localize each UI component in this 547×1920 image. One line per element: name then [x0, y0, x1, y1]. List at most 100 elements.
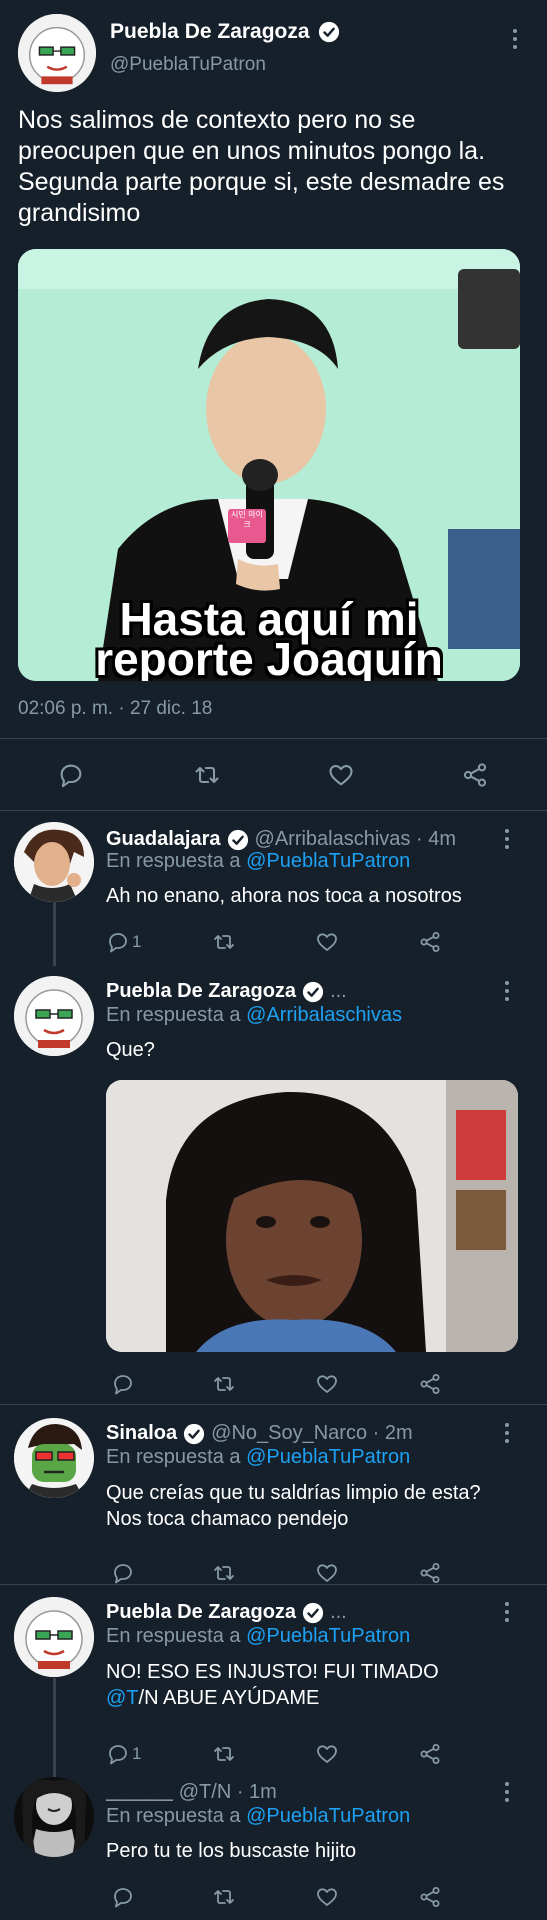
- like-icon: [317, 1745, 337, 1763]
- avatar[interactable]: [14, 1597, 94, 1677]
- reply-text-line: NO! ESO ES INJUSTO! FUI TIMADO: [106, 1661, 439, 1683]
- reply-button[interactable]: 1: [106, 1737, 141, 1771]
- more-options-icon[interactable]: [497, 1781, 517, 1803]
- reply-button[interactable]: 1: [106, 925, 141, 959]
- user-handle-time[interactable]: @No_Soy_Narco · 2m: [211, 1422, 412, 1445]
- share-button[interactable]: [413, 1880, 447, 1914]
- avatar-puebla-icon: [14, 976, 94, 1056]
- reply-context: En respuesta a @PueblaTuPatron: [106, 1625, 410, 1648]
- reply-icon: [109, 933, 127, 953]
- verified-badge-icon: [302, 981, 324, 1003]
- reply-context: En respuesta a @PueblaTuPatron: [106, 1446, 410, 1469]
- display-name[interactable]: ______: [106, 1781, 173, 1804]
- divider: [0, 1584, 547, 1585]
- like-button[interactable]: [324, 758, 358, 792]
- reply-context: En respuesta a @PueblaTuPatron: [106, 1805, 410, 1828]
- retweet-button[interactable]: [207, 925, 241, 959]
- reply-to-mention[interactable]: @PueblaTuPatron: [246, 1625, 410, 1647]
- divider: [0, 810, 547, 811]
- avatar[interactable]: [14, 1777, 94, 1857]
- display-name[interactable]: Guadalajara: [106, 828, 221, 851]
- share-icon: [463, 763, 487, 787]
- reply-count: 1: [132, 1744, 142, 1763]
- verified-badge-icon: [183, 1423, 205, 1445]
- avatar[interactable]: [14, 1418, 94, 1498]
- reply-to-mention[interactable]: @PueblaTuPatron: [246, 1446, 410, 1468]
- reply-to-mention[interactable]: @Arribalaschivas: [246, 1004, 402, 1026]
- reply-to-mention[interactable]: @PueblaTuPatron: [246, 850, 410, 872]
- tweet-image[interactable]: Hasta aquí mi reporte Joaquín 시민 마이크: [18, 249, 520, 681]
- share-button[interactable]: [413, 1367, 447, 1401]
- avatar-puebla-icon: [18, 14, 96, 92]
- user-handle-time[interactable]: @T/N · 1m: [179, 1781, 277, 1804]
- reply-icon: [60, 764, 82, 788]
- reply-icon: [114, 1375, 132, 1395]
- reply-tweet: ______ @T/N · 1m En respuesta a @PueblaT…: [0, 1777, 547, 1917]
- more-options-icon[interactable]: [497, 1601, 517, 1623]
- retweet-icon: [214, 1747, 234, 1761]
- user-handle[interactable]: @PueblaTuPatron: [110, 54, 266, 76]
- reply-text-line: Nos toca chamaco pendejo: [106, 1508, 349, 1530]
- reply-icon: [114, 1888, 132, 1908]
- reply-icon: [109, 1745, 127, 1765]
- display-name[interactable]: Puebla De Zaragoza: [110, 20, 340, 44]
- like-icon: [317, 1564, 337, 1582]
- tweet-actions: [0, 755, 547, 795]
- reply-context: En respuesta a @PueblaTuPatron: [106, 850, 410, 873]
- reply-button[interactable]: [54, 758, 88, 792]
- reply-text-rest: /N ABUE AYÚDAME: [138, 1687, 320, 1709]
- reply-prefix: En respuesta a: [106, 1446, 241, 1468]
- tweet-timestamp[interactable]: 02:06 p. m. · 27 dic. 18: [18, 698, 212, 720]
- retweet-icon: [214, 1377, 234, 1391]
- reply-image[interactable]: [106, 1080, 518, 1352]
- avatar-tn-icon: [14, 1777, 94, 1857]
- mic-badge-text: 시민 마이크: [231, 510, 263, 529]
- share-button[interactable]: [458, 758, 492, 792]
- like-button[interactable]: [310, 1367, 344, 1401]
- reaction-face-image: [106, 1080, 518, 1352]
- display-name-text: Puebla De Zaragoza: [110, 20, 310, 43]
- reply-text: Que?: [106, 1039, 155, 1061]
- like-icon: [317, 933, 337, 951]
- display-name[interactable]: Puebla De Zaragoza: [106, 1601, 296, 1624]
- like-button[interactable]: [310, 925, 344, 959]
- reply-count: 1: [132, 932, 142, 951]
- reply-text: Ah no enano, ahora nos toca a nosotros: [106, 885, 462, 907]
- avatar-sinaloa-icon: [14, 1418, 94, 1498]
- share-icon: [420, 1887, 440, 1907]
- retweet-button[interactable]: [207, 1367, 241, 1401]
- user-mention-link[interactable]: @T: [106, 1687, 139, 1709]
- more-options-icon[interactable]: [497, 1422, 517, 1444]
- user-handle-time[interactable]: ...: [330, 1601, 347, 1624]
- reply-button[interactable]: [106, 1367, 140, 1401]
- like-button[interactable]: [310, 1880, 344, 1914]
- more-options-icon[interactable]: [497, 980, 517, 1002]
- like-button[interactable]: [310, 1737, 344, 1771]
- reply-prefix: En respuesta a: [106, 850, 241, 872]
- retweet-icon: [214, 1566, 234, 1580]
- reply-header: Puebla De Zaragoza ...: [106, 1601, 506, 1624]
- more-options-icon[interactable]: [497, 828, 517, 850]
- share-button[interactable]: [413, 1737, 447, 1771]
- reply-header: Sinaloa @No_Soy_Narco · 2m: [106, 1422, 506, 1445]
- reply-button[interactable]: [106, 1880, 140, 1914]
- more-options-icon[interactable]: [505, 28, 525, 50]
- share-icon: [420, 1563, 440, 1583]
- user-handle-time[interactable]: @Arribalaschivas · 4m: [255, 828, 456, 851]
- avatar[interactable]: [18, 14, 96, 92]
- retweet-button[interactable]: [207, 1737, 241, 1771]
- share-button[interactable]: [413, 925, 447, 959]
- display-name[interactable]: Sinaloa: [106, 1422, 177, 1445]
- reply-icon: [114, 1564, 132, 1584]
- retweet-button[interactable]: [207, 1880, 241, 1914]
- avatar[interactable]: [14, 822, 94, 902]
- reply-text: Que creías que tu saldrías limpio de est…: [106, 1480, 526, 1532]
- avatar[interactable]: [14, 976, 94, 1056]
- reply-header: Puebla De Zaragoza ...: [106, 980, 506, 1003]
- display-name[interactable]: Puebla De Zaragoza: [106, 980, 296, 1003]
- divider: [0, 1404, 547, 1405]
- share-icon: [420, 1374, 440, 1394]
- reply-to-mention[interactable]: @PueblaTuPatron: [246, 1805, 410, 1827]
- user-handle-time[interactable]: ...: [330, 980, 347, 1003]
- retweet-button[interactable]: [190, 758, 224, 792]
